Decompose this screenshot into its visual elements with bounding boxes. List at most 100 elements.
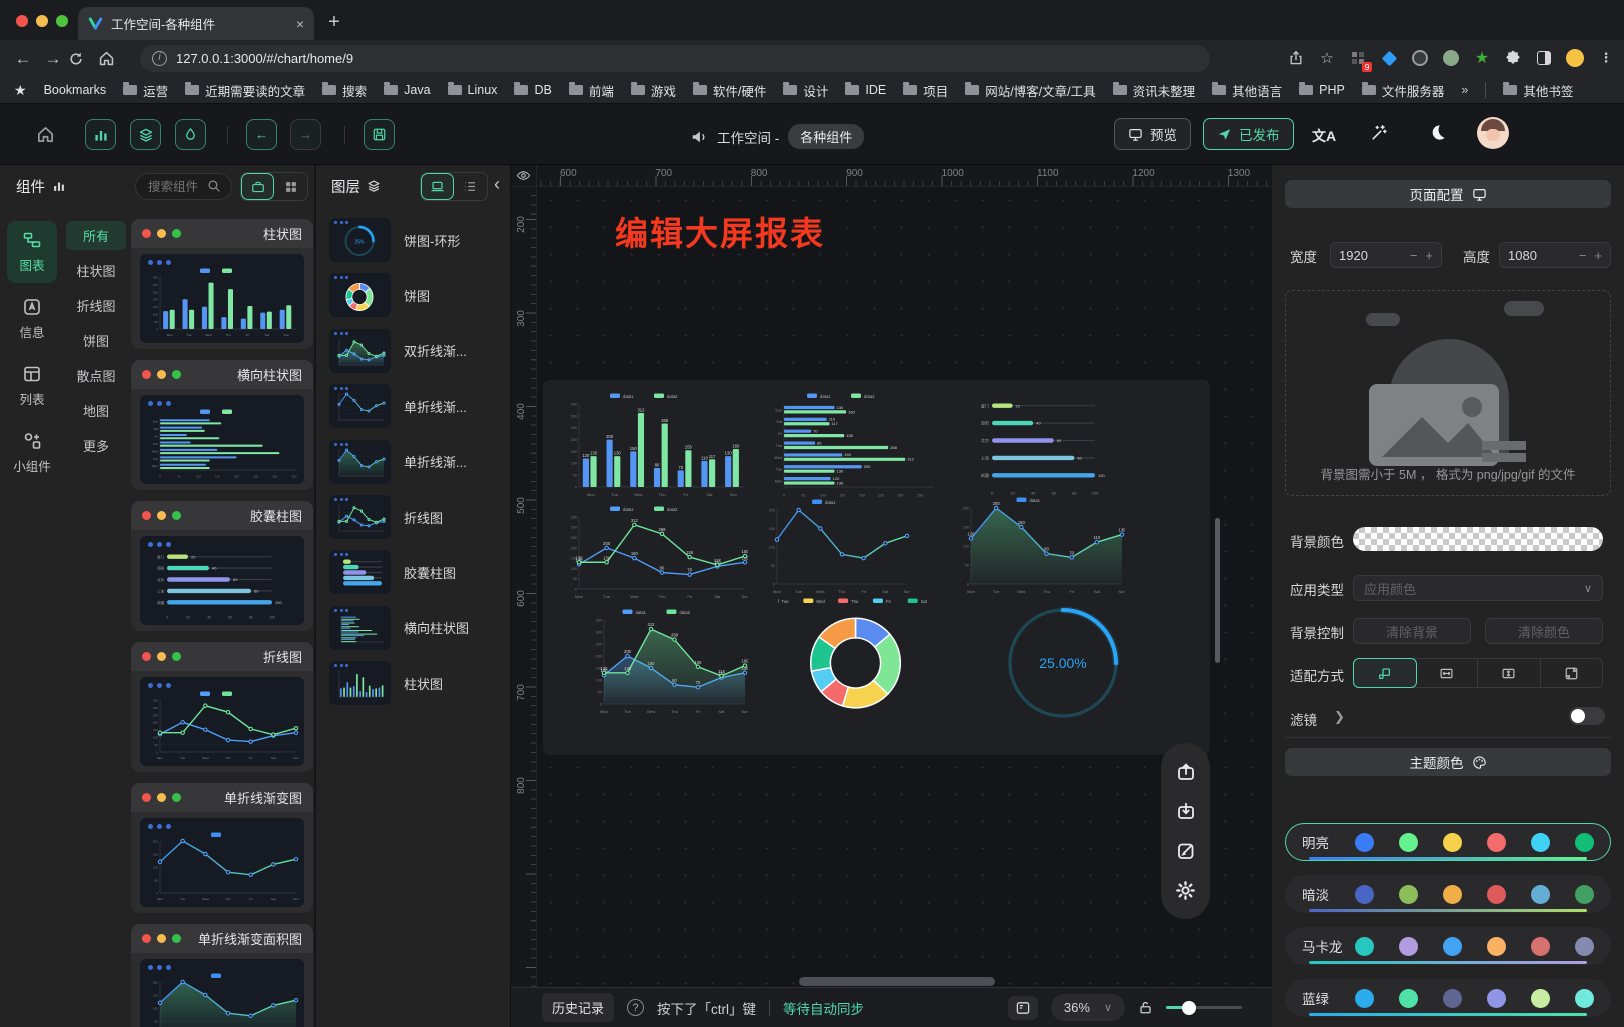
preview-button[interactable]: 预览: [1114, 118, 1191, 150]
home-icon[interactable]: [98, 50, 128, 67]
round-extension-icon[interactable]: [1408, 46, 1432, 70]
browser-menu-icon[interactable]: ⋮: [1594, 46, 1618, 70]
thumbnail-view-toggle[interactable]: [421, 173, 454, 200]
window-controls[interactable]: [16, 15, 68, 27]
theme-row-1[interactable]: 明亮: [1285, 823, 1611, 861]
site-info-icon[interactable]: i: [152, 51, 167, 66]
dashboard-chart-hbar[interactable]: data1data2130160Sun110117Sat70155Fri8026…: [765, 391, 937, 498]
bookmark-folder[interactable]: 运营: [123, 81, 168, 100]
undo-button[interactable]: ←: [246, 119, 277, 150]
bookmark-folder[interactable]: 前端: [569, 81, 614, 100]
layer-item[interactable]: 单折线渐...: [329, 440, 467, 484]
category-1[interactable]: 所有: [66, 221, 126, 250]
dashboard-chart-bar[interactable]: data1data2050100150200250300350120130Mon…: [560, 391, 748, 498]
bookmark-folder[interactable]: 搜索: [322, 81, 367, 100]
zoom-slider[interactable]: [1166, 1006, 1242, 1009]
height-plus-button[interactable]: +: [1594, 248, 1602, 263]
width-plus-button[interactable]: +: [1425, 248, 1433, 263]
fit-scale-button[interactable]: [1353, 658, 1417, 688]
history-button[interactable]: 历史记录: [542, 993, 614, 1022]
lock-icon[interactable]: [1138, 1000, 1153, 1015]
fit-height-button[interactable]: [1478, 659, 1541, 687]
height-minus-button[interactable]: −: [1579, 248, 1587, 263]
green-star-extension-icon[interactable]: ★: [1470, 46, 1494, 70]
layer-item[interactable]: 双折线渐...: [329, 329, 467, 373]
bookmark-folder[interactable]: 近期需要读的文章: [185, 81, 305, 100]
width-stepper[interactable]: 1920 −+: [1330, 242, 1442, 268]
filter-expand-icon[interactable]: ❯: [1334, 709, 1345, 725]
category-2[interactable]: 柱状图: [66, 256, 126, 285]
help-icon[interactable]: ?: [627, 999, 644, 1016]
background-upload-dropzone[interactable]: 背景图需小于 5M ， 格式为 png/jpg/gif 的文件: [1285, 290, 1611, 496]
bookmark-folder[interactable]: Linux: [448, 81, 498, 100]
list-view-toggle[interactable]: [454, 173, 487, 200]
sidebar-item-info[interactable]: 信息: [7, 288, 57, 350]
dashboard-chart-capsule[interactable]: 20厦门40南阳60北京80上海100新疆020406080100: [970, 394, 1122, 496]
dashboard-chart-line2_area[interactable]: data1data2050100150200250300350120200150…: [585, 607, 748, 715]
zoom-select[interactable]: 36% ∨: [1051, 994, 1125, 1021]
other-bookmarks[interactable]: 其他书签: [1503, 81, 1573, 100]
back-icon[interactable]: ←: [8, 49, 38, 69]
height-stepper[interactable]: 1080 −+: [1499, 242, 1611, 268]
fit-stretch-button[interactable]: [1541, 659, 1603, 687]
bookmark-folder[interactable]: IDE: [845, 81, 886, 100]
import-button[interactable]: [1174, 799, 1198, 823]
component-card[interactable]: 折线图 050100150200250300350MonTueWedThuFri…: [131, 642, 313, 772]
layer-item[interactable]: 胶囊柱图: [329, 550, 456, 594]
green-dot-extension-icon[interactable]: [1439, 46, 1463, 70]
dashboard-chart-line_grad[interactable]: data1050100150200MonTueWedThuFriSatSun: [758, 497, 910, 595]
settings-gear-icon[interactable]: [1174, 878, 1198, 902]
workspace-name-badge[interactable]: 各种组件: [788, 124, 864, 149]
layer-item[interactable]: 饼图: [329, 273, 430, 317]
theme-color-header[interactable]: 主题颜色: [1285, 748, 1611, 776]
bookmark-folder[interactable]: DB: [514, 81, 551, 100]
layer-item[interactable]: 单折线渐...: [329, 384, 467, 428]
dashboard-chart-line2[interactable]: data1data2050100150200250300350120200150…: [560, 504, 748, 600]
minimize-window-button[interactable]: [36, 15, 48, 27]
close-tab-icon[interactable]: ×: [296, 16, 304, 32]
bookmark-folder[interactable]: 其他语言: [1212, 81, 1282, 100]
component-card[interactable]: 单折线渐变图 050100150200MonTueWedThuFriSatSun: [131, 783, 313, 913]
share-icon[interactable]: [1284, 46, 1308, 70]
dashboard-chart-line_grad_area[interactable]: data10501001502001202001508070110130MonT…: [952, 495, 1125, 595]
width-minus-button[interactable]: −: [1410, 248, 1418, 263]
magic-wand-icon[interactable]: [1370, 124, 1388, 142]
component-card[interactable]: 柱状图 050100150200250300350MonTueWedThuFri…: [131, 219, 313, 349]
category-3[interactable]: 折线图: [66, 291, 126, 320]
bookmark-folder[interactable]: 软件/硬件: [693, 81, 766, 100]
profile-avatar[interactable]: [1563, 46, 1587, 70]
category-4[interactable]: 饼图: [66, 326, 126, 355]
reading-mode-icon[interactable]: [1532, 46, 1556, 70]
publish-button[interactable]: 已发布: [1203, 118, 1294, 150]
dashboard-chart-ring[interactable]: 25.00%: [998, 603, 1128, 723]
layer-item[interactable]: 横向柱状图: [329, 606, 469, 650]
new-tab-button[interactable]: +: [322, 11, 346, 34]
bookmark-star-icon[interactable]: ☆: [1315, 46, 1339, 70]
sidebar-item-widgets[interactable]: 小组件: [7, 422, 57, 484]
layer-item[interactable]: 25%饼图-环形: [329, 218, 460, 262]
bg-color-swatch[interactable]: [1353, 527, 1603, 551]
layer-item[interactable]: 折线图: [329, 495, 443, 539]
sidebar-item-lists[interactable]: 列表: [7, 355, 57, 417]
filter-toggle[interactable]: [1569, 707, 1605, 725]
component-card[interactable]: 胶囊柱图 20厦门40南阳60北京80上海100新疆020406080100: [131, 501, 313, 631]
dashboard-preview[interactable]: data1data2050100150200250300350120130Mon…: [543, 380, 1210, 755]
dashboard-title-text[interactable]: 编辑大屏报表: [615, 207, 825, 255]
dashboard-chart-donut[interactable]: MonTueWedThuFriSatSun: [778, 596, 933, 718]
extension-with-badge-icon[interactable]: 9: [1346, 46, 1370, 70]
export-button[interactable]: [1174, 760, 1198, 784]
clear-background-button[interactable]: 清除背景: [1353, 618, 1471, 644]
close-window-button[interactable]: [16, 15, 28, 27]
user-avatar[interactable]: [1477, 117, 1509, 149]
layer-item[interactable]: 柱状图: [329, 661, 443, 705]
address-bar[interactable]: i 127.0.0.1:3000/#/chart/home/9: [140, 45, 1210, 72]
dark-mode-moon-icon[interactable]: [1428, 123, 1447, 142]
sidebar-item-charts[interactable]: 图表: [7, 221, 57, 283]
grid-view-toggle[interactable]: [274, 173, 307, 200]
component-card[interactable]: 横向柱状图 SunSatFriThuWedTueMon0501001502002…: [131, 360, 313, 490]
horizontal-scrollbar[interactable]: [799, 977, 995, 986]
clear-color-button[interactable]: 清除颜色: [1485, 618, 1603, 644]
maximize-window-button[interactable]: [56, 15, 68, 27]
bookmark-folder[interactable]: 设计: [783, 81, 828, 100]
theme-row-2[interactable]: 暗淡: [1285, 875, 1611, 913]
